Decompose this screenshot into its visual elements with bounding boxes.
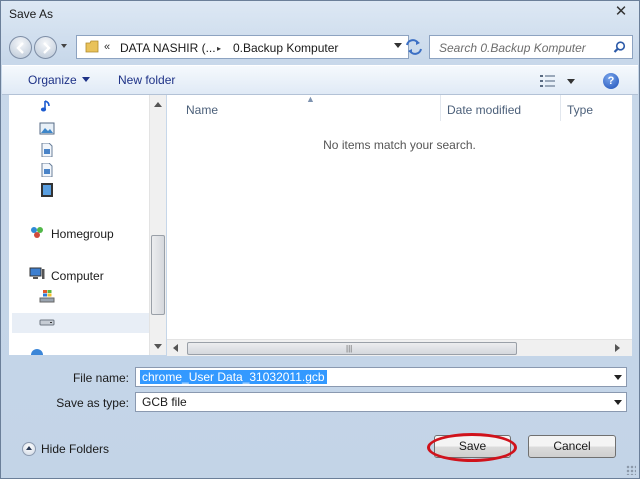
grip-icon: ||| — [346, 344, 353, 353]
window-title: Save As — [9, 7, 54, 21]
navigation-pane: Homegroup Computer — [9, 95, 166, 355]
column-divider[interactable] — [560, 95, 561, 121]
hide-folders-button[interactable]: Hide Folders — [22, 442, 109, 456]
document-icon[interactable] — [39, 143, 55, 157]
refresh-icon[interactable] — [403, 37, 425, 57]
save-type-value: GCB file — [142, 395, 187, 409]
search-icon[interactable] — [613, 41, 626, 54]
document-icon[interactable] — [39, 163, 55, 177]
close-button[interactable]: ✕ — [607, 3, 635, 21]
recent-locations-dropdown[interactable] — [61, 44, 67, 48]
save-as-dialog: Save As ✕ « DATA NASHIR (... ▸ 0.Backup … — [0, 0, 640, 479]
computer-icon[interactable] — [29, 267, 45, 281]
back-button[interactable] — [9, 36, 32, 59]
organize-button[interactable]: Organize — [28, 73, 90, 87]
cancel-button[interactable]: Cancel — [528, 435, 616, 458]
scroll-down-icon[interactable] — [154, 344, 162, 349]
scroll-left-icon[interactable] — [173, 344, 178, 352]
filename-dropdown-icon[interactable] — [610, 368, 626, 386]
address-bar[interactable]: « DATA NASHIR (... ▸ 0.Backup Komputer — [76, 35, 409, 59]
organize-label: Organize — [28, 73, 77, 87]
breadcrumb-segment[interactable]: 0.Backup Komputer — [233, 41, 338, 55]
column-divider[interactable] — [440, 95, 441, 121]
network-icon[interactable] — [29, 348, 45, 355]
folder-icon — [85, 40, 99, 53]
nav-selected-row[interactable] — [12, 313, 152, 333]
scroll-up-icon[interactable] — [154, 102, 162, 107]
video-icon[interactable] — [39, 183, 55, 197]
drive-icon[interactable] — [39, 316, 55, 330]
empty-folder-message: No items match your search. — [323, 138, 476, 152]
breadcrumb-separator-icon[interactable]: ▸ — [217, 44, 221, 53]
pictures-icon[interactable] — [39, 122, 55, 136]
view-options-icon[interactable] — [540, 74, 556, 88]
breadcrumb-segment[interactable]: DATA NASHIR (... — [120, 41, 216, 55]
file-list[interactable]: ▲ Name Date modified Type No items match… — [167, 94, 632, 339]
file-list-hscrollbar[interactable]: ||| — [167, 339, 632, 356]
column-header-date-modified[interactable]: Date modified — [447, 103, 521, 131]
sort-ascending-icon: ▲ — [306, 94, 315, 104]
scrollbar-thumb[interactable] — [151, 235, 165, 315]
save-type-label: Save as type: — [56, 396, 129, 410]
search-placeholder: Search 0.Backup Komputer — [439, 41, 586, 55]
address-row: « DATA NASHIR (... ▸ 0.Backup Komputer S… — [9, 33, 633, 61]
column-header-type[interactable]: Type — [567, 103, 593, 131]
music-note-icon[interactable] — [39, 99, 55, 113]
forward-button[interactable] — [34, 36, 57, 59]
title-bar: Save As ✕ — [1, 1, 640, 29]
annotation-highlight-ring — [427, 433, 517, 462]
resize-grip-icon[interactable] — [626, 465, 636, 475]
overflow-chevron-icon[interactable]: « — [104, 41, 110, 53]
scrollbar-thumb[interactable]: ||| — [187, 342, 517, 355]
filename-label: File name: — [72, 371, 129, 385]
command-bar: Organize New folder ? — [2, 65, 638, 95]
chevron-up-icon — [22, 442, 36, 456]
windows-drive-icon[interactable] — [39, 289, 55, 303]
filename-input[interactable]: chrome_User Data_31032011.gcb — [135, 367, 627, 387]
scroll-right-icon[interactable] — [615, 344, 620, 352]
save-type-select[interactable]: GCB file — [135, 392, 627, 412]
navigation-scrollbar[interactable] — [149, 95, 166, 355]
new-folder-button[interactable]: New folder — [118, 73, 175, 87]
filename-value[interactable]: chrome_User Data_31032011.gcb — [140, 370, 327, 384]
back-arrow-icon — [16, 42, 24, 54]
search-input[interactable]: Search 0.Backup Komputer — [429, 35, 633, 59]
help-icon[interactable]: ? — [603, 73, 619, 89]
column-header-name[interactable]: Name — [186, 103, 218, 131]
nav-item-homegroup[interactable]: Homegroup — [51, 227, 114, 241]
homegroup-icon[interactable] — [29, 225, 45, 239]
hide-folders-label: Hide Folders — [41, 442, 110, 456]
forward-arrow-icon — [43, 42, 51, 54]
nav-item-computer[interactable]: Computer — [51, 269, 104, 283]
view-dropdown-icon[interactable] — [567, 79, 575, 84]
chevron-down-icon — [81, 77, 90, 82]
save-type-dropdown-icon[interactable] — [610, 393, 626, 411]
address-dropdown-icon[interactable] — [394, 43, 402, 48]
